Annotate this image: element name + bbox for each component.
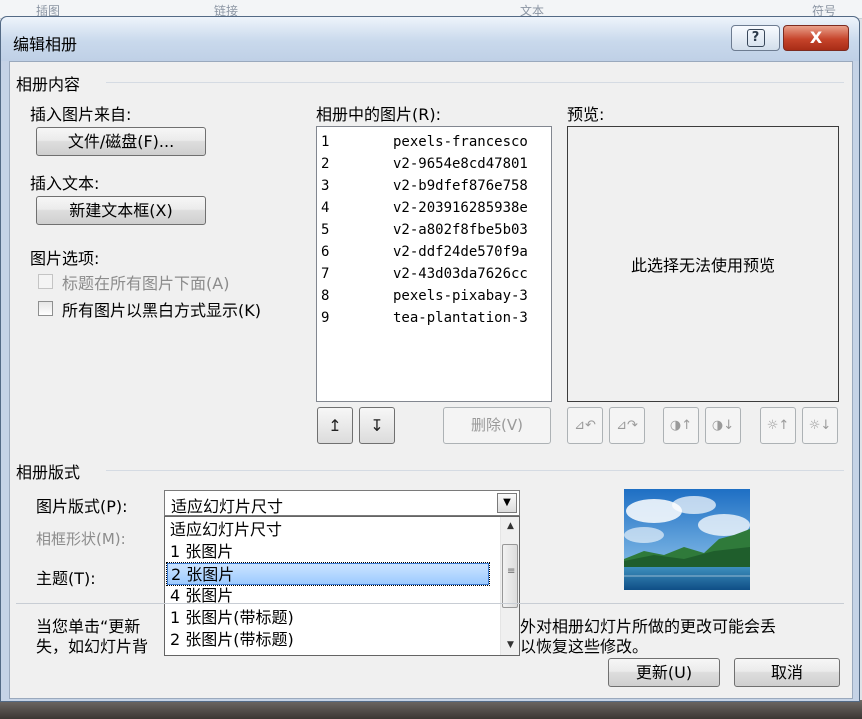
- help-icon: ?: [746, 29, 765, 47]
- contrast-increase-icon: ◑↑: [669, 418, 693, 433]
- list-item[interactable]: 2 v2-9654e8cd47801: [317, 153, 551, 175]
- insert-text-label: 插入文本:: [30, 174, 100, 193]
- list-item[interactable]: 9 tea-plantation-3: [317, 307, 551, 329]
- picture-layout-dropdown[interactable]: 适应幻灯片尺寸 1 张图片 2 张图片 4 张图片 1 张图片(带标题) 2 张…: [164, 516, 520, 656]
- list-item[interactable]: 3 v2-b9dfef876e758: [317, 175, 551, 197]
- move-down-icon: ↧: [370, 416, 384, 435]
- pictures-in-album-label: 相册中的图片(R):: [316, 105, 441, 124]
- divider: [16, 603, 844, 604]
- new-textbox-button[interactable]: 新建文本框(X): [36, 196, 206, 225]
- list-item[interactable]: 8 pexels-pixabay-3: [317, 285, 551, 307]
- list-item[interactable]: 4 v2-203916285938e: [317, 197, 551, 219]
- update-button[interactable]: 更新(U): [608, 658, 720, 687]
- brightness-decrease-button[interactable]: ☼↓: [802, 407, 838, 444]
- dialog-client: 相册内容 插入图片来自: 文件/磁盘(F)... 插入文本: 新建文本框(X) …: [9, 61, 853, 699]
- edit-album-dialog: 编辑相册 ? X 相册内容 插入图片来自: 文件/磁盘(F)... 插入文本: …: [0, 16, 860, 702]
- rotate-left-button[interactable]: ⊿↶: [567, 407, 603, 444]
- title-bar[interactable]: 编辑相册 ? X: [1, 17, 859, 61]
- dropdown-option-selected[interactable]: 2 张图片: [166, 562, 490, 586]
- rotate-right-button[interactable]: ⊿↷: [609, 407, 645, 444]
- captions-below-checkbox[interactable]: [38, 274, 53, 289]
- group-divider: [106, 82, 844, 83]
- move-up-icon: ↥: [328, 416, 342, 435]
- file-disk-button[interactable]: 文件/磁盘(F)...: [36, 127, 206, 156]
- contrast-increase-button[interactable]: ◑↑: [663, 407, 699, 444]
- note-text-part4: 以恢复这些修改。: [520, 637, 649, 656]
- dropdown-option[interactable]: 2 张图片(带标题): [167, 629, 489, 651]
- background-strip: [0, 700, 862, 719]
- all-black-white-checkbox[interactable]: [38, 301, 53, 316]
- insert-from-label: 插入图片来自:: [30, 105, 132, 124]
- close-button[interactable]: X: [783, 25, 849, 51]
- picture-layout-combobox[interactable]: 适应幻灯片尺寸 ▼: [164, 490, 520, 516]
- picture-layout-value: 适应幻灯片尺寸: [171, 497, 284, 516]
- scroll-up-icon[interactable]: ▲: [502, 518, 519, 535]
- all-black-white-label: 所有图片以黑白方式显示(K): [62, 301, 261, 320]
- brightness-decrease-icon: ☼↓: [808, 418, 832, 433]
- preview-message: 此选择无法使用预览: [630, 256, 775, 275]
- picture-layout-label: 图片版式(P):: [36, 497, 128, 516]
- preview-label: 预览:: [567, 105, 605, 124]
- list-item[interactable]: 5 v2-a802f8fbe5b03: [317, 219, 551, 241]
- theme-label: 主题(T):: [36, 569, 96, 588]
- dropdown-scrollbar[interactable]: ▲ ≡ ▼: [500, 517, 519, 655]
- album-content-group-title: 相册内容: [16, 75, 81, 94]
- close-icon: X: [809, 28, 823, 47]
- rotate-right-icon: ⊿↷: [616, 418, 638, 433]
- dropdown-option[interactable]: 1 张图片: [167, 541, 489, 563]
- list-item[interactable]: 7 v2-43d03da7626cc: [317, 263, 551, 285]
- help-button[interactable]: ?: [731, 25, 780, 51]
- layout-preview-thumbnail: [624, 489, 750, 590]
- captions-below-label: 标题在所有图片下面(A): [62, 274, 230, 293]
- rotate-left-icon: ⊿↶: [574, 418, 596, 433]
- brightness-increase-icon: ☼↑: [766, 418, 790, 433]
- scroll-thumb[interactable]: ≡: [502, 544, 518, 608]
- preview-pane: 此选择无法使用预览: [567, 126, 839, 402]
- move-up-button[interactable]: ↥: [317, 407, 353, 444]
- dropdown-option[interactable]: 1 张图片(带标题): [167, 607, 489, 629]
- contrast-decrease-button[interactable]: ◑↓: [705, 407, 741, 444]
- note-text-part3: 失，如幻灯片背: [36, 637, 149, 656]
- list-item[interactable]: 1 pexels-francesco: [317, 131, 551, 153]
- pictures-listbox[interactable]: 1 pexels-francesco 2 v2-9654e8cd47801 3 v2-…: [316, 126, 552, 402]
- chevron-down-icon[interactable]: ▼: [497, 493, 517, 513]
- picture-options-label: 图片选项:: [30, 249, 100, 268]
- landscape-image: [624, 489, 750, 590]
- album-layout-group-title: 相册版式: [16, 463, 81, 482]
- move-down-button[interactable]: ↧: [359, 407, 395, 444]
- delete-button[interactable]: 删除(V): [443, 407, 551, 444]
- frame-shape-label: 相框形状(M):: [36, 530, 126, 548]
- contrast-decrease-icon: ◑↓: [711, 418, 735, 433]
- cancel-button[interactable]: 取消: [734, 658, 840, 687]
- scroll-down-icon[interactable]: ▼: [502, 637, 519, 654]
- group-divider: [106, 470, 844, 471]
- list-item[interactable]: 6 v2-ddf24de570f9a: [317, 241, 551, 263]
- dropdown-option[interactable]: 适应幻灯片尺寸: [167, 519, 489, 541]
- dialog-title: 编辑相册: [13, 35, 78, 54]
- brightness-increase-button[interactable]: ☼↑: [760, 407, 796, 444]
